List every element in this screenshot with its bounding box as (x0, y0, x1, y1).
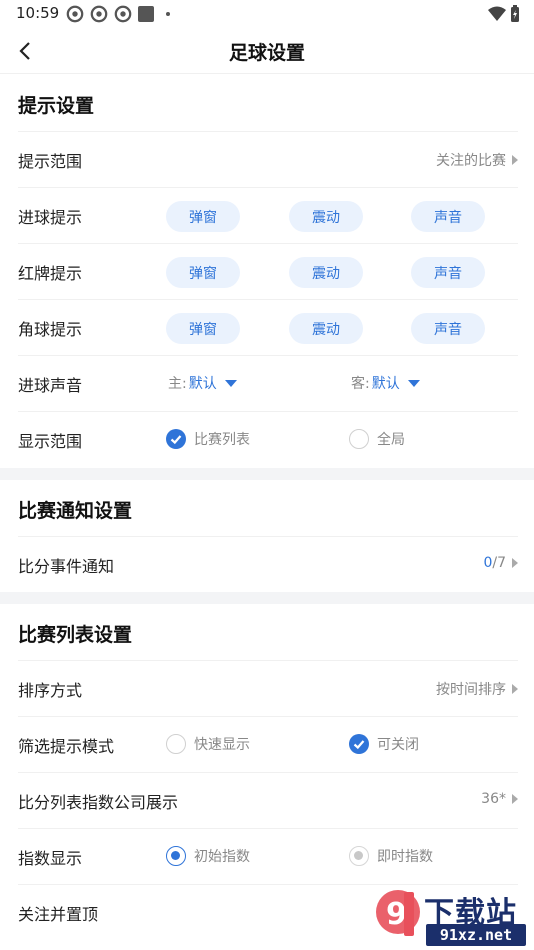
option-label: 即时指数 (377, 849, 433, 865)
row-label: 指数显示 (18, 849, 83, 868)
app-notification-icon (114, 5, 132, 23)
tip-scope-row[interactable]: 提示范围 关注的比赛 (18, 131, 518, 187)
status-time: 10:59 (16, 4, 60, 22)
svg-text:9: 9 (386, 897, 407, 932)
app-notification-icon (66, 5, 84, 23)
caret-right-icon (512, 155, 518, 165)
goal-vibrate-toggle[interactable]: 震动 (289, 201, 363, 232)
sort-row[interactable]: 排序方式 按时间排序 (18, 660, 518, 716)
row-value-text: 36* (481, 791, 506, 807)
live-index-radio[interactable]: 即时指数 (349, 846, 433, 866)
score-event-row[interactable]: 比分事件通知 0/7 (18, 536, 518, 592)
total-count: /7 (492, 555, 506, 571)
sort-value[interactable]: 按时间排序 (436, 679, 518, 699)
red-card-tip-row: 红牌提示 弹窗 震动 声音 (18, 243, 518, 299)
notification-icons (66, 5, 170, 23)
index-display-row: 指数显示 初始指数 即时指数 (18, 828, 518, 884)
section-title: 比赛通知设置 (18, 500, 133, 522)
section-divider (0, 468, 534, 480)
row-label: 比分列表指数公司展示 (18, 793, 179, 812)
row-label: 红牌提示 (18, 264, 83, 283)
row-value-text: 按时间排序 (436, 682, 506, 698)
home-sound-select[interactable]: 主: 默认 (168, 373, 237, 393)
row-label: 提示范围 (18, 152, 83, 171)
corner-tip-row: 角球提示 弹窗 震动 声音 (18, 299, 518, 355)
section-divider (0, 592, 534, 604)
caret-down-icon (407, 379, 420, 387)
row-label: 关注并置顶 (18, 905, 99, 924)
option-label: 快速显示 (194, 737, 250, 753)
row-label: 显示范围 (18, 432, 83, 451)
red-card-vibrate-toggle[interactable]: 震动 (289, 257, 363, 288)
initial-index-radio[interactable]: 初始指数 (166, 846, 250, 866)
section-title: 比赛列表设置 (18, 624, 133, 646)
checked-radio-icon (166, 429, 186, 449)
away-sound-value: 默认 (371, 376, 400, 392)
corner-popup-toggle[interactable]: 弹窗 (166, 313, 240, 344)
index-company-value[interactable]: 36* (481, 791, 518, 807)
selected-radio-icon (166, 846, 186, 866)
row-label: 进球提示 (18, 208, 83, 227)
display-scope-global-radio[interactable]: 全局 (349, 429, 405, 449)
watermark-domain: 91xz.net (426, 924, 526, 946)
more-dot-icon (166, 12, 170, 16)
row-label: 角球提示 (18, 320, 83, 339)
row-value-text: 关注的比赛 (436, 153, 506, 169)
nav-bar: 足球设置 (0, 28, 534, 74)
filter-mode-row: 筛选提示模式 快速显示 可关闭 (18, 716, 518, 772)
unchecked-radio-icon (166, 734, 186, 754)
system-icons (488, 5, 520, 23)
score-event-value[interactable]: 0/7 (483, 555, 518, 571)
battery-icon (511, 5, 519, 22)
app-notification-icon (90, 5, 108, 23)
away-sound-key: 客: (351, 376, 370, 392)
home-sound-key: 主: (168, 376, 187, 392)
caret-down-icon (224, 379, 237, 387)
wifi-icon (488, 6, 506, 21)
row-label: 进球声音 (18, 376, 83, 395)
corner-vibrate-toggle[interactable]: 震动 (289, 313, 363, 344)
tips-section: 提示设置 提示范围 关注的比赛 进球提示 弹窗 震动 声音 红牌提示 弹窗 震动… (0, 75, 534, 467)
caret-right-icon (512, 794, 518, 804)
tip-scope-value[interactable]: 关注的比赛 (436, 150, 518, 170)
disabled-radio-icon (349, 846, 369, 866)
option-label: 初始指数 (194, 849, 250, 865)
caret-right-icon (512, 558, 518, 568)
row-label: 筛选提示模式 (18, 737, 115, 756)
filter-quick-show-radio[interactable]: 快速显示 (166, 734, 250, 754)
option-label: 比赛列表 (194, 432, 250, 448)
app-square-icon (138, 6, 154, 22)
option-label: 可关闭 (377, 737, 419, 753)
corner-sound-toggle[interactable]: 声音 (411, 313, 485, 344)
section-title: 提示设置 (18, 95, 95, 117)
goal-tip-row: 进球提示 弹窗 震动 声音 (18, 187, 518, 243)
notify-section: 比赛通知设置 比分事件通知 0/7 (0, 480, 534, 592)
display-scope-row: 显示范围 比赛列表 全局 (18, 411, 518, 467)
unchecked-radio-icon (349, 429, 369, 449)
caret-right-icon (512, 684, 518, 694)
row-label: 比分事件通知 (18, 557, 115, 576)
goal-sound-toggle[interactable]: 声音 (411, 201, 485, 232)
site-watermark: 9 下载站 91xz.net (364, 882, 534, 950)
status-bar: 10:59 (0, 0, 534, 28)
red-card-sound-toggle[interactable]: 声音 (411, 257, 485, 288)
page-title: 足球设置 (228, 42, 305, 64)
home-sound-value: 默认 (188, 376, 217, 392)
display-scope-match-list-radio[interactable]: 比赛列表 (166, 429, 250, 449)
option-label: 全局 (377, 432, 405, 448)
away-sound-select[interactable]: 客: 默认 (351, 373, 420, 393)
checked-radio-icon (349, 734, 369, 754)
goal-popup-toggle[interactable]: 弹窗 (166, 201, 240, 232)
goal-sound-row: 进球声音 主: 默认 客: 默认 (18, 355, 518, 411)
red-card-popup-toggle[interactable]: 弹窗 (166, 257, 240, 288)
filter-closable-radio[interactable]: 可关闭 (349, 734, 419, 754)
index-company-row[interactable]: 比分列表指数公司展示 36* (18, 772, 518, 828)
row-label: 排序方式 (18, 681, 83, 700)
